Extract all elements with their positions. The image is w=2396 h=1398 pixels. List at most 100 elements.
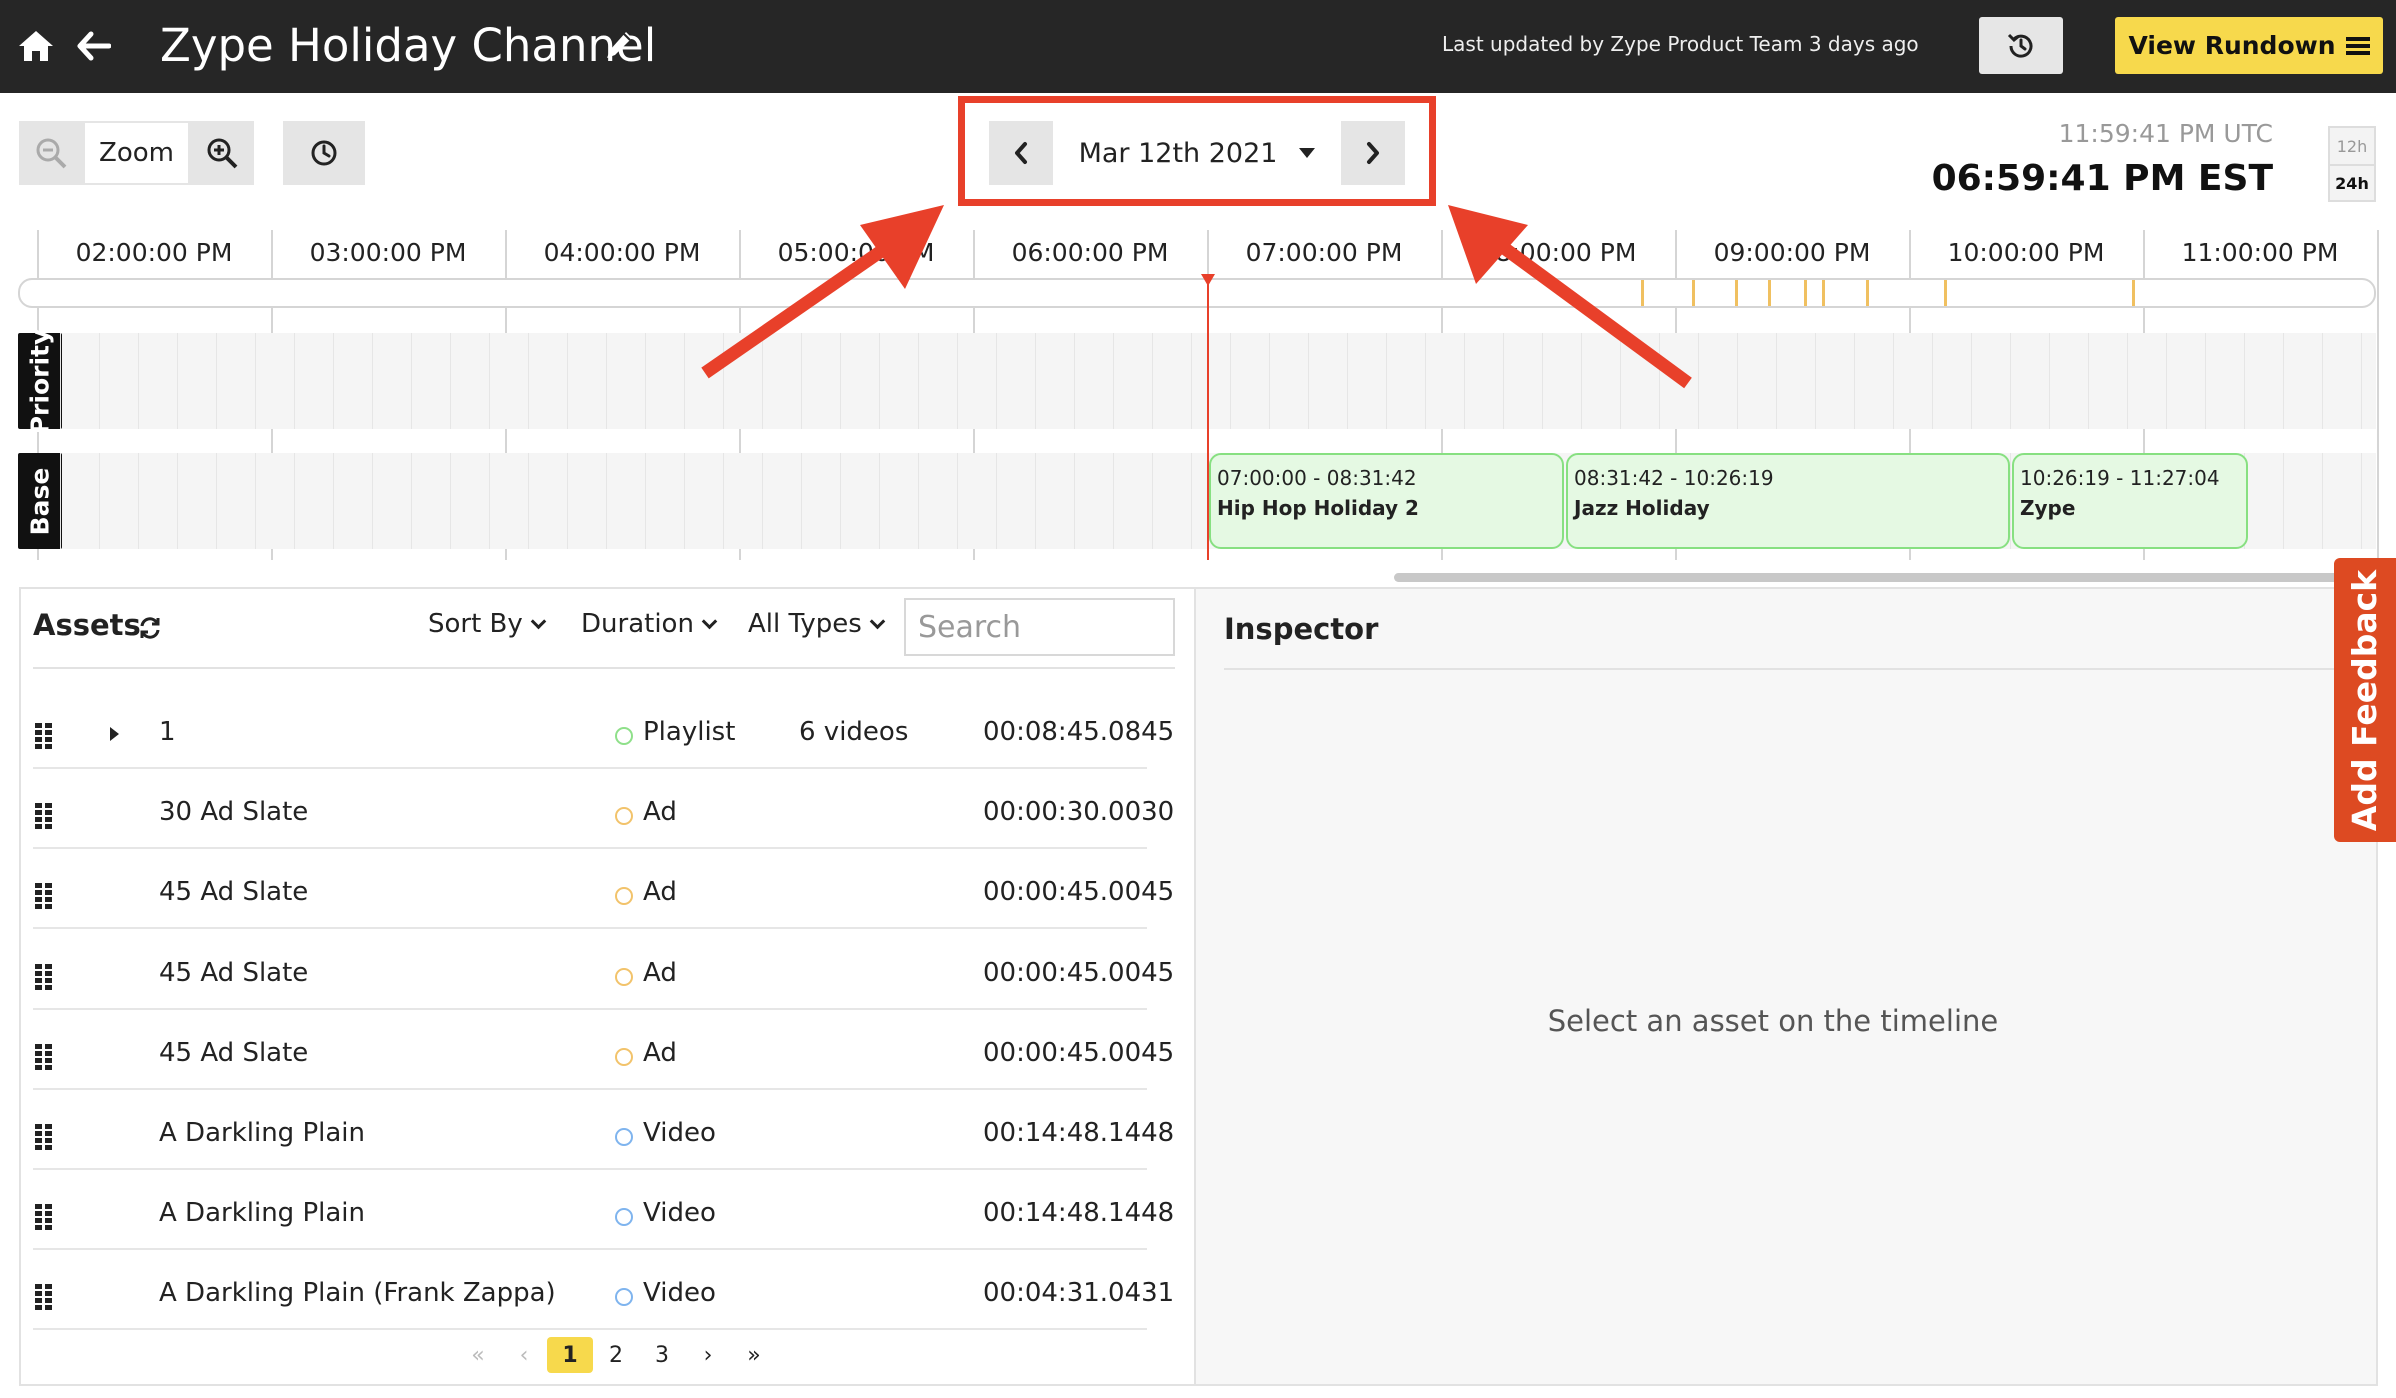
- back-arrow-icon[interactable]: [72, 24, 116, 68]
- grid-line: [372, 333, 373, 429]
- asset-type-dot-icon: [615, 968, 633, 986]
- schedule-event[interactable]: 10:26:19 - 11:27:04 Zype: [2012, 453, 2248, 549]
- schedule-event[interactable]: 08:31:42 - 10:26:19 Jazz Holiday: [1566, 453, 2010, 549]
- search-input[interactable]: [904, 598, 1175, 656]
- view-rundown-button[interactable]: View Rundown: [2115, 17, 2383, 74]
- home-icon[interactable]: [14, 24, 58, 68]
- expand-playlist-icon[interactable]: [110, 727, 119, 741]
- asset-type: Video: [643, 1118, 716, 1148]
- grid-line: [2322, 333, 2323, 429]
- last-updated-text: Last updated by Zype Product Team 3 days…: [1442, 32, 1919, 56]
- grid-line: [528, 453, 529, 549]
- asset-type: Video: [643, 1278, 716, 1308]
- previous-day-button[interactable]: [989, 121, 1053, 185]
- inspector-empty-message: Select an asset on the timeline: [1547, 1004, 1999, 1038]
- asset-row[interactable]: 1 Playlist 6 videos 00:08:45.0845: [33, 689, 1174, 769]
- grid-line: [1191, 453, 1192, 549]
- drag-handle-icon[interactable]: [35, 964, 53, 997]
- base-lane-tab: Base: [18, 453, 62, 549]
- current-time-button[interactable]: [283, 121, 365, 185]
- 12h-toggle[interactable]: 12h: [2328, 126, 2376, 164]
- asset-row[interactable]: A Darkling Plain (Frank Zappa) Video 00:04…: [33, 1250, 1174, 1330]
- asset-name: A Darkling Plain (Frank Zappa): [159, 1278, 556, 1308]
- grid-line: [2049, 333, 2050, 429]
- asset-type: Video: [643, 1198, 716, 1228]
- grid-line: [801, 453, 802, 549]
- grid-line: [255, 453, 256, 549]
- history-button[interactable]: [1979, 17, 2063, 74]
- date-selector[interactable]: Mar 12th 2021: [1060, 121, 1334, 185]
- hour-label: 07:00:00 PM: [1245, 238, 1403, 267]
- priority-lane[interactable]: [50, 333, 2376, 429]
- page-1-button[interactable]: 1: [547, 1337, 593, 1373]
- hour-label: 11:00:00 PM: [2181, 238, 2339, 267]
- drag-handle-icon[interactable]: [35, 1284, 53, 1317]
- grid-line: [1269, 333, 1270, 429]
- grid-line: [2127, 333, 2128, 429]
- event-time: 07:00:00 - 08:31:42: [1217, 466, 1417, 490]
- chevron-down-icon: [530, 613, 547, 629]
- page-2-button[interactable]: 2: [593, 1337, 639, 1373]
- asset-row[interactable]: 45 Ad Slate Ad 00:00:45.0045: [33, 849, 1174, 929]
- asset-type-dot-icon: [615, 727, 633, 745]
- asset-name: A Darkling Plain: [159, 1198, 365, 1228]
- utc-time: 11:59:41 PM UTC: [2058, 119, 2273, 148]
- grid-line: [2088, 333, 2089, 429]
- page-3-button[interactable]: 3: [639, 1337, 685, 1373]
- next-day-button[interactable]: [1341, 121, 1405, 185]
- grid-line: [1152, 453, 1153, 549]
- first-page-button[interactable]: «: [455, 1337, 501, 1373]
- base-lane-label: Base: [25, 467, 55, 535]
- asset-row[interactable]: 45 Ad Slate Ad 00:00:45.0045: [33, 1010, 1174, 1090]
- sort-by-dropdown[interactable]: Sort By: [428, 609, 547, 639]
- asset-row[interactable]: 30 Ad Slate Ad 00:00:30.0030: [33, 769, 1174, 849]
- refresh-icon[interactable]: [138, 616, 162, 644]
- grid-line: [684, 453, 685, 549]
- drag-handle-icon[interactable]: [35, 1124, 53, 1157]
- grid-line: [645, 333, 646, 429]
- grid-line: [1074, 453, 1075, 549]
- last-page-button[interactable]: »: [731, 1337, 777, 1373]
- priority-lane-label: Priority: [25, 328, 55, 434]
- schedule-event[interactable]: 07:00:00 - 08:31:42 Hip Hop Holiday 2: [1209, 453, 1564, 549]
- drag-handle-icon[interactable]: [35, 1204, 53, 1237]
- asset-name: 45 Ad Slate: [159, 958, 309, 988]
- event-name: Zype: [2020, 496, 2076, 520]
- ad-marker: [1692, 280, 1695, 306]
- asset-type: Ad: [643, 877, 677, 907]
- previous-page-button[interactable]: ‹: [501, 1337, 547, 1373]
- drag-handle-icon[interactable]: [35, 803, 53, 836]
- type-filter-dropdown[interactable]: All Types: [748, 609, 886, 639]
- duration-dropdown[interactable]: Duration: [581, 609, 718, 639]
- history-icon: [2007, 33, 2033, 58]
- asset-type-dot-icon: [615, 887, 633, 905]
- grid-line: [2283, 453, 2284, 549]
- grid-line: [99, 333, 100, 429]
- grid-line: [606, 453, 607, 549]
- edit-pencil-icon[interactable]: [604, 28, 636, 66]
- grid-line: [1971, 333, 1972, 429]
- drag-handle-icon[interactable]: [35, 883, 53, 916]
- drag-handle-icon[interactable]: [35, 723, 53, 756]
- ad-marker: [1735, 280, 1738, 306]
- asset-row[interactable]: A Darkling Plain Video 00:14:48.1448: [33, 1090, 1174, 1170]
- next-page-button[interactable]: ›: [685, 1337, 731, 1373]
- type-filter-label: All Types: [748, 609, 862, 639]
- 24h-toggle[interactable]: 24h: [2328, 164, 2376, 202]
- drag-handle-icon[interactable]: [35, 1044, 53, 1077]
- asset-row[interactable]: A Darkling Plain Video 00:14:48.1448: [33, 1170, 1174, 1250]
- zoom-out-button[interactable]: [19, 121, 83, 185]
- duration-label: Duration: [581, 609, 694, 639]
- asset-duration: 00:08:45.0845: [983, 717, 1175, 747]
- grid-line: [333, 453, 334, 549]
- asset-row[interactable]: 45 Ad Slate Ad 00:00:45.0045: [33, 930, 1174, 1010]
- asset-type: Ad: [643, 797, 677, 827]
- zoom-in-button[interactable]: [190, 121, 254, 185]
- hour-label: 08:00:00 PM: [1479, 238, 1637, 267]
- timeline-scrubber[interactable]: [18, 278, 2376, 308]
- grid-line: [2010, 333, 2011, 429]
- add-feedback-tab[interactable]: Add Feedback: [2334, 558, 2396, 842]
- caret-down-icon: [1299, 148, 1316, 158]
- grid-line: [372, 453, 373, 549]
- timeline-horizontal-scrollbar[interactable]: [1394, 573, 2354, 582]
